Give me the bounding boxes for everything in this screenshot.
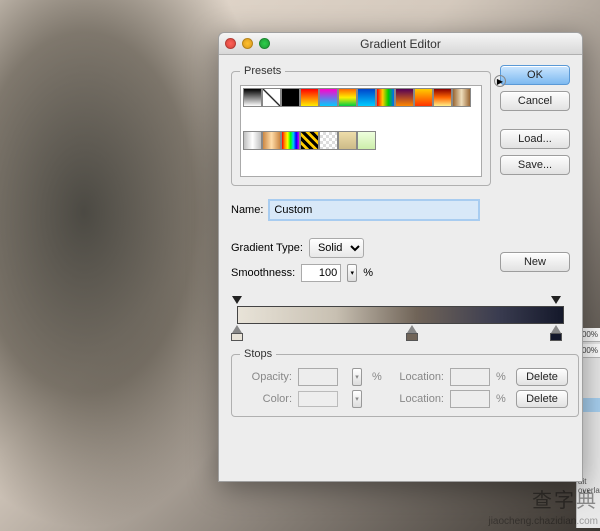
preset-swatch[interactable]	[281, 88, 300, 107]
percent-label: %	[496, 371, 510, 383]
gradient-ramp[interactable]	[231, 292, 570, 342]
preset-swatch[interactable]	[319, 88, 338, 107]
watermark: 查字典	[532, 484, 598, 513]
preset-swatch[interactable]	[338, 131, 357, 150]
preset-swatch[interactable]	[319, 131, 338, 150]
percent-label: %	[372, 371, 386, 383]
opacity-label: Opacity:	[240, 371, 292, 383]
preset-swatch[interactable]	[300, 131, 319, 150]
smoothness-input[interactable]	[301, 264, 341, 282]
color-stop[interactable]	[407, 325, 417, 335]
smoothness-label: Smoothness:	[231, 267, 295, 279]
ok-button[interactable]: OK	[500, 65, 570, 85]
action-buttons: OK Cancel Load... Save...	[500, 65, 570, 175]
gradient-type-label: Gradient Type:	[231, 242, 303, 254]
preset-swatch[interactable]	[300, 88, 319, 107]
opacity-location-input[interactable]	[450, 368, 490, 386]
watermark-url: jiaocheng.chazidian.com	[488, 516, 598, 527]
preset-swatch[interactable]	[395, 88, 414, 107]
preset-swatch[interactable]	[262, 131, 281, 150]
preset-swatch[interactable]	[357, 88, 376, 107]
opacity-stop[interactable]	[551, 296, 561, 306]
name-label: Name:	[231, 204, 263, 216]
preset-swatch[interactable]	[243, 88, 262, 107]
preset-swatch[interactable]	[433, 88, 452, 107]
delete-opacity-stop-button[interactable]: Delete	[516, 368, 568, 386]
percent-label: %	[496, 393, 510, 405]
gradient-bar[interactable]	[237, 306, 564, 324]
cancel-button[interactable]: Cancel	[500, 91, 570, 111]
opacity-stepper[interactable]: ▾	[352, 368, 362, 386]
preset-swatch[interactable]	[452, 88, 471, 107]
stops-legend: Stops	[240, 348, 276, 360]
color-stepper[interactable]: ▾	[352, 390, 362, 408]
gradient-type-select[interactable]: Solid	[309, 238, 364, 258]
color-label: Color:	[240, 393, 292, 405]
color-stop[interactable]	[551, 325, 561, 335]
name-input[interactable]	[269, 200, 479, 220]
preset-swatch[interactable]	[414, 88, 433, 107]
opacity-stop[interactable]	[232, 296, 242, 306]
gradient-editor-dialog: Gradient Editor OK Cancel Load... Save..…	[218, 32, 583, 482]
smoothness-stepper[interactable]: ▾	[347, 264, 357, 282]
color-location-input[interactable]	[450, 390, 490, 408]
preset-swatch[interactable]	[262, 88, 281, 107]
presets-legend: Presets	[240, 65, 285, 77]
save-button[interactable]: Save...	[500, 155, 570, 175]
color-stop[interactable]	[232, 325, 242, 335]
new-button[interactable]: New	[500, 252, 570, 272]
presets-menu-icon[interactable]: ▶	[494, 75, 506, 87]
dialog-title: Gradient Editor	[219, 37, 582, 51]
preset-swatch[interactable]	[376, 88, 395, 107]
preset-grid	[240, 85, 482, 177]
opacity-input[interactable]	[298, 368, 338, 386]
delete-color-stop-button[interactable]: Delete	[516, 390, 568, 408]
color-swatch[interactable]	[298, 391, 338, 407]
presets-fieldset: Presets ▶	[231, 65, 491, 186]
titlebar[interactable]: Gradient Editor	[219, 33, 582, 55]
preset-swatch[interactable]	[357, 131, 376, 150]
preset-swatch[interactable]	[281, 131, 300, 150]
load-button[interactable]: Load...	[500, 129, 570, 149]
preset-swatch[interactable]	[338, 88, 357, 107]
preset-swatch[interactable]	[243, 131, 262, 150]
stops-fieldset: Stops Opacity: ▾ % Location: % Delete Co…	[231, 348, 579, 417]
location-label: Location:	[392, 371, 444, 383]
location-label: Location:	[392, 393, 444, 405]
percent-label: %	[363, 267, 373, 279]
